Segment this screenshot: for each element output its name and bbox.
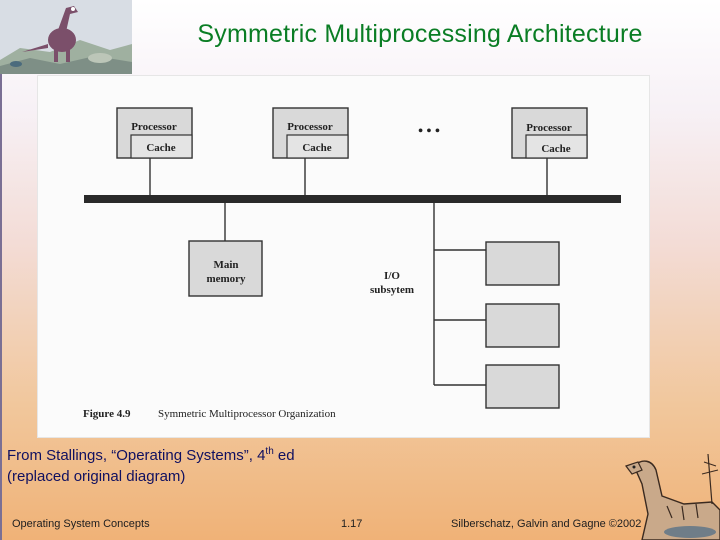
- smp-diagram: Processor Cache Processor Cache • • • Pr…: [37, 75, 650, 438]
- slide-left-border: [0, 0, 2, 540]
- processor-3-label: Processor: [526, 122, 572, 134]
- io-subsystem-label-line2: subsytem: [370, 284, 414, 296]
- main-memory-label-line1: Main: [213, 259, 238, 271]
- io-module-3: [485, 364, 560, 409]
- io-module-1: [485, 241, 560, 286]
- processor-1-label: Processor: [131, 121, 177, 133]
- processor-1: Processor Cache: [116, 107, 193, 159]
- io-module-2: [485, 303, 560, 348]
- slide-title: Symmetric Multiprocessing Architecture: [197, 20, 643, 48]
- processor-2-label: Processor: [287, 121, 333, 133]
- footer-left: Operating System Concepts: [12, 518, 150, 530]
- source-caption: From Stallings, “Operating Systems”, 4th…: [7, 441, 295, 487]
- source-caption-line2: (replaced original diagram): [7, 468, 186, 485]
- footer-page-number: 1.17: [341, 518, 363, 530]
- footer-right: Silberschatz, Galvin and Gagne ©2002: [451, 518, 642, 530]
- more-processors-ellipsis: • • •: [418, 124, 440, 139]
- io-subsystem-label-line1: I/O: [384, 270, 400, 282]
- main-memory-label-line2: memory: [206, 273, 246, 285]
- cache-3-label: Cache: [541, 143, 570, 155]
- main-memory: Main memory: [188, 240, 263, 297]
- processor-3: Processor Cache: [511, 107, 588, 159]
- system-bus: [84, 195, 621, 203]
- figure-number: Figure 4.9: [83, 408, 131, 420]
- cache-1-label: Cache: [146, 142, 175, 154]
- dinosaur-logo-icon: [0, 0, 132, 74]
- cache-2-label: Cache: [302, 142, 331, 154]
- processor-2: Processor Cache: [272, 107, 349, 159]
- figure-title: Symmetric Multiprocessor Organization: [158, 408, 336, 420]
- source-caption-line1: From Stallings, “Operating Systems”, 4th…: [7, 446, 295, 464]
